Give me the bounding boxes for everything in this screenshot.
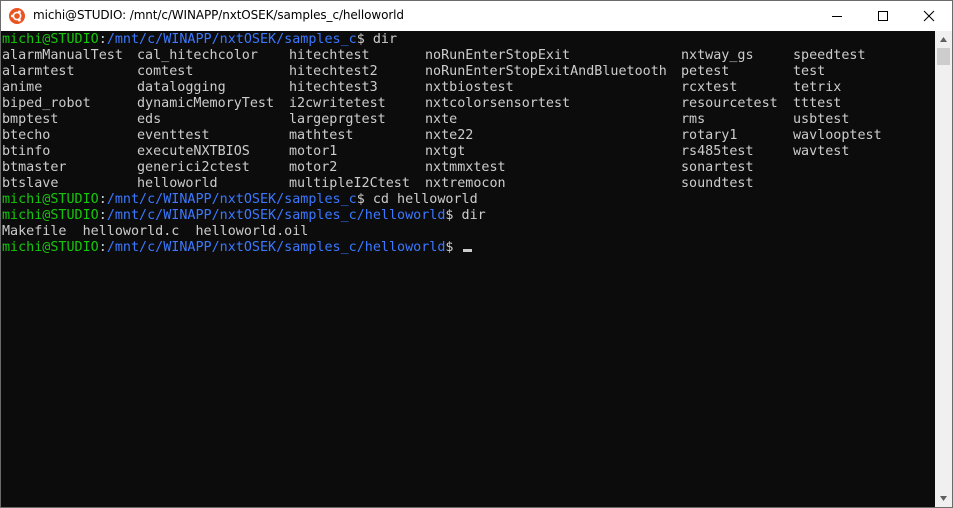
listing-entry: anime [2,80,43,95]
listing-entry: petest [681,64,730,79]
vertical-scrollbar[interactable] [935,31,952,507]
close-icon [923,10,935,22]
listing-entry: helloworld [137,176,218,191]
listing-entry: motor2 [289,160,338,175]
listing-entry: comtest [137,64,194,79]
prompt-user: michi@STUDIO [2,240,99,255]
prompt-user: michi@STUDIO [2,32,99,47]
listing-entry: btinfo [2,144,51,159]
prompt-symbol: $ [356,32,365,47]
listing-entry: hitechtest3 [289,80,378,95]
prompt-path: /mnt/c/WINAPP/nxtOSEK/samples_c [106,192,357,207]
terminal-output[interactable]: michi@STUDIO:/mnt/c/WINAPP/nxtOSEK/sampl… [1,31,935,507]
listing-entry: rotary1 [681,128,738,143]
listing-entry: multipleI2Ctest [289,176,410,191]
listing-entry: mathtest [289,128,354,143]
prompt-separator: : [98,208,107,223]
listing-entry: test [793,64,826,79]
listing-entry: tttest [793,96,842,111]
listing-entry: noRunEnterStopExitAndBluetooth [425,64,667,79]
listing-entry: nxtbiostest [425,80,514,95]
listing-entry: bmptest [2,112,59,127]
listing-entry: motor1 [289,144,338,159]
prompt-line: michi@STUDIO:/mnt/c/WINAPP/nxtOSEK/sampl… [2,192,478,208]
prompt-path: /mnt/c/WINAPP/nxtOSEK/samples_c [106,32,357,47]
scroll-up-button[interactable] [935,31,952,48]
ubuntu-icon[interactable] [9,8,25,24]
prompt-separator: : [98,240,107,255]
close-button[interactable] [906,1,952,31]
terminal-window: michi@STUDIO: /mnt/c/WINAPP/nxtOSEK/samp… [0,0,953,508]
listing-entry: rms [681,112,706,127]
listing-entry: executeNXTBIOS [137,144,250,159]
listing-entry: sonartest [681,160,754,175]
dir-output-line: Makefile helloworld.c helloworld.oil [2,224,309,239]
maximize-button[interactable] [860,1,906,31]
minimize-button[interactable] [814,1,860,31]
listing-entry: hitechtest2 [289,64,378,79]
scrollbar-thumb[interactable] [937,48,950,65]
listing-entry: dynamicMemoryTest [137,96,275,111]
text-cursor [462,249,472,252]
listing-entry: btmaster [2,160,67,175]
prompt-line-active: michi@STUDIO:/mnt/c/WINAPP/nxtOSEK/sampl… [2,240,472,256]
command-text: dir [364,32,398,47]
listing-entry: tetrix [793,80,842,95]
listing-entry: alarmtest [2,64,75,79]
prompt-user: michi@STUDIO [2,192,99,207]
listing-entry: nxte22 [425,128,474,143]
prompt-line: michi@STUDIO:/mnt/c/WINAPP/nxtOSEK/sampl… [2,32,397,48]
command-text [453,240,461,255]
prompt-path: /mnt/c/WINAPP/nxtOSEK/samples_c/hellowor… [106,208,446,223]
maximize-icon [878,11,888,21]
listing-entry: cal_hitechcolor [137,48,258,63]
listing-entry: eds [137,112,162,127]
listing-entry: resourcetest [681,96,778,111]
listing-entry: nxtmmxtest [425,160,506,175]
listing-entry: wavtest [793,144,850,159]
listing-entry: wavlooptest [793,128,882,143]
prompt-separator: : [98,32,107,47]
command-text: cd helloworld [364,192,478,207]
prompt-user: michi@STUDIO [2,208,99,223]
minimize-icon [832,16,842,17]
listing-entry: rs485test [681,144,754,159]
listing-entry: nxtremocon [425,176,506,191]
listing-entry: nxte [425,112,458,127]
scroll-up-arrow-icon [940,37,947,42]
prompt-line: michi@STUDIO:/mnt/c/WINAPP/nxtOSEK/sampl… [2,208,486,224]
listing-entry: nxtgt [425,144,466,159]
listing-entry: biped_robot [2,96,91,111]
listing-entry: generici2ctest [137,160,250,175]
listing-entry: usbtest [793,112,850,127]
listing-entry: nxtway_gs [681,48,754,63]
listing-entry: rcxtest [681,80,738,95]
scroll-down-button[interactable] [935,490,952,507]
listing-entry: eventtest [137,128,210,143]
listing-entry: noRunEnterStopExit [425,48,571,63]
listing-entry: hitechtest [289,48,370,63]
listing-entry: largeprgtest [289,112,386,127]
prompt-separator: : [98,192,107,207]
listing-entry: soundtest [681,176,754,191]
listing-entry: btslave [2,176,59,191]
listing-entry: speedtest [793,48,866,63]
window-title: michi@STUDIO: /mnt/c/WINAPP/nxtOSEK/samp… [33,8,404,22]
listing-entry: btecho [2,128,51,143]
scroll-down-arrow-icon [940,496,947,501]
prompt-path: /mnt/c/WINAPP/nxtOSEK/samples_c/hellowor… [106,240,446,255]
listing-entry: nxtcolorsensortest [425,96,571,111]
listing-entry: alarmManualTest [2,48,123,63]
listing-entry: i2cwritetest [289,96,386,111]
prompt-symbol: $ [356,192,365,207]
listing-entry: datalogging [137,80,226,95]
command-text: dir [453,208,486,223]
title-bar[interactable]: michi@STUDIO: /mnt/c/WINAPP/nxtOSEK/samp… [1,1,952,31]
